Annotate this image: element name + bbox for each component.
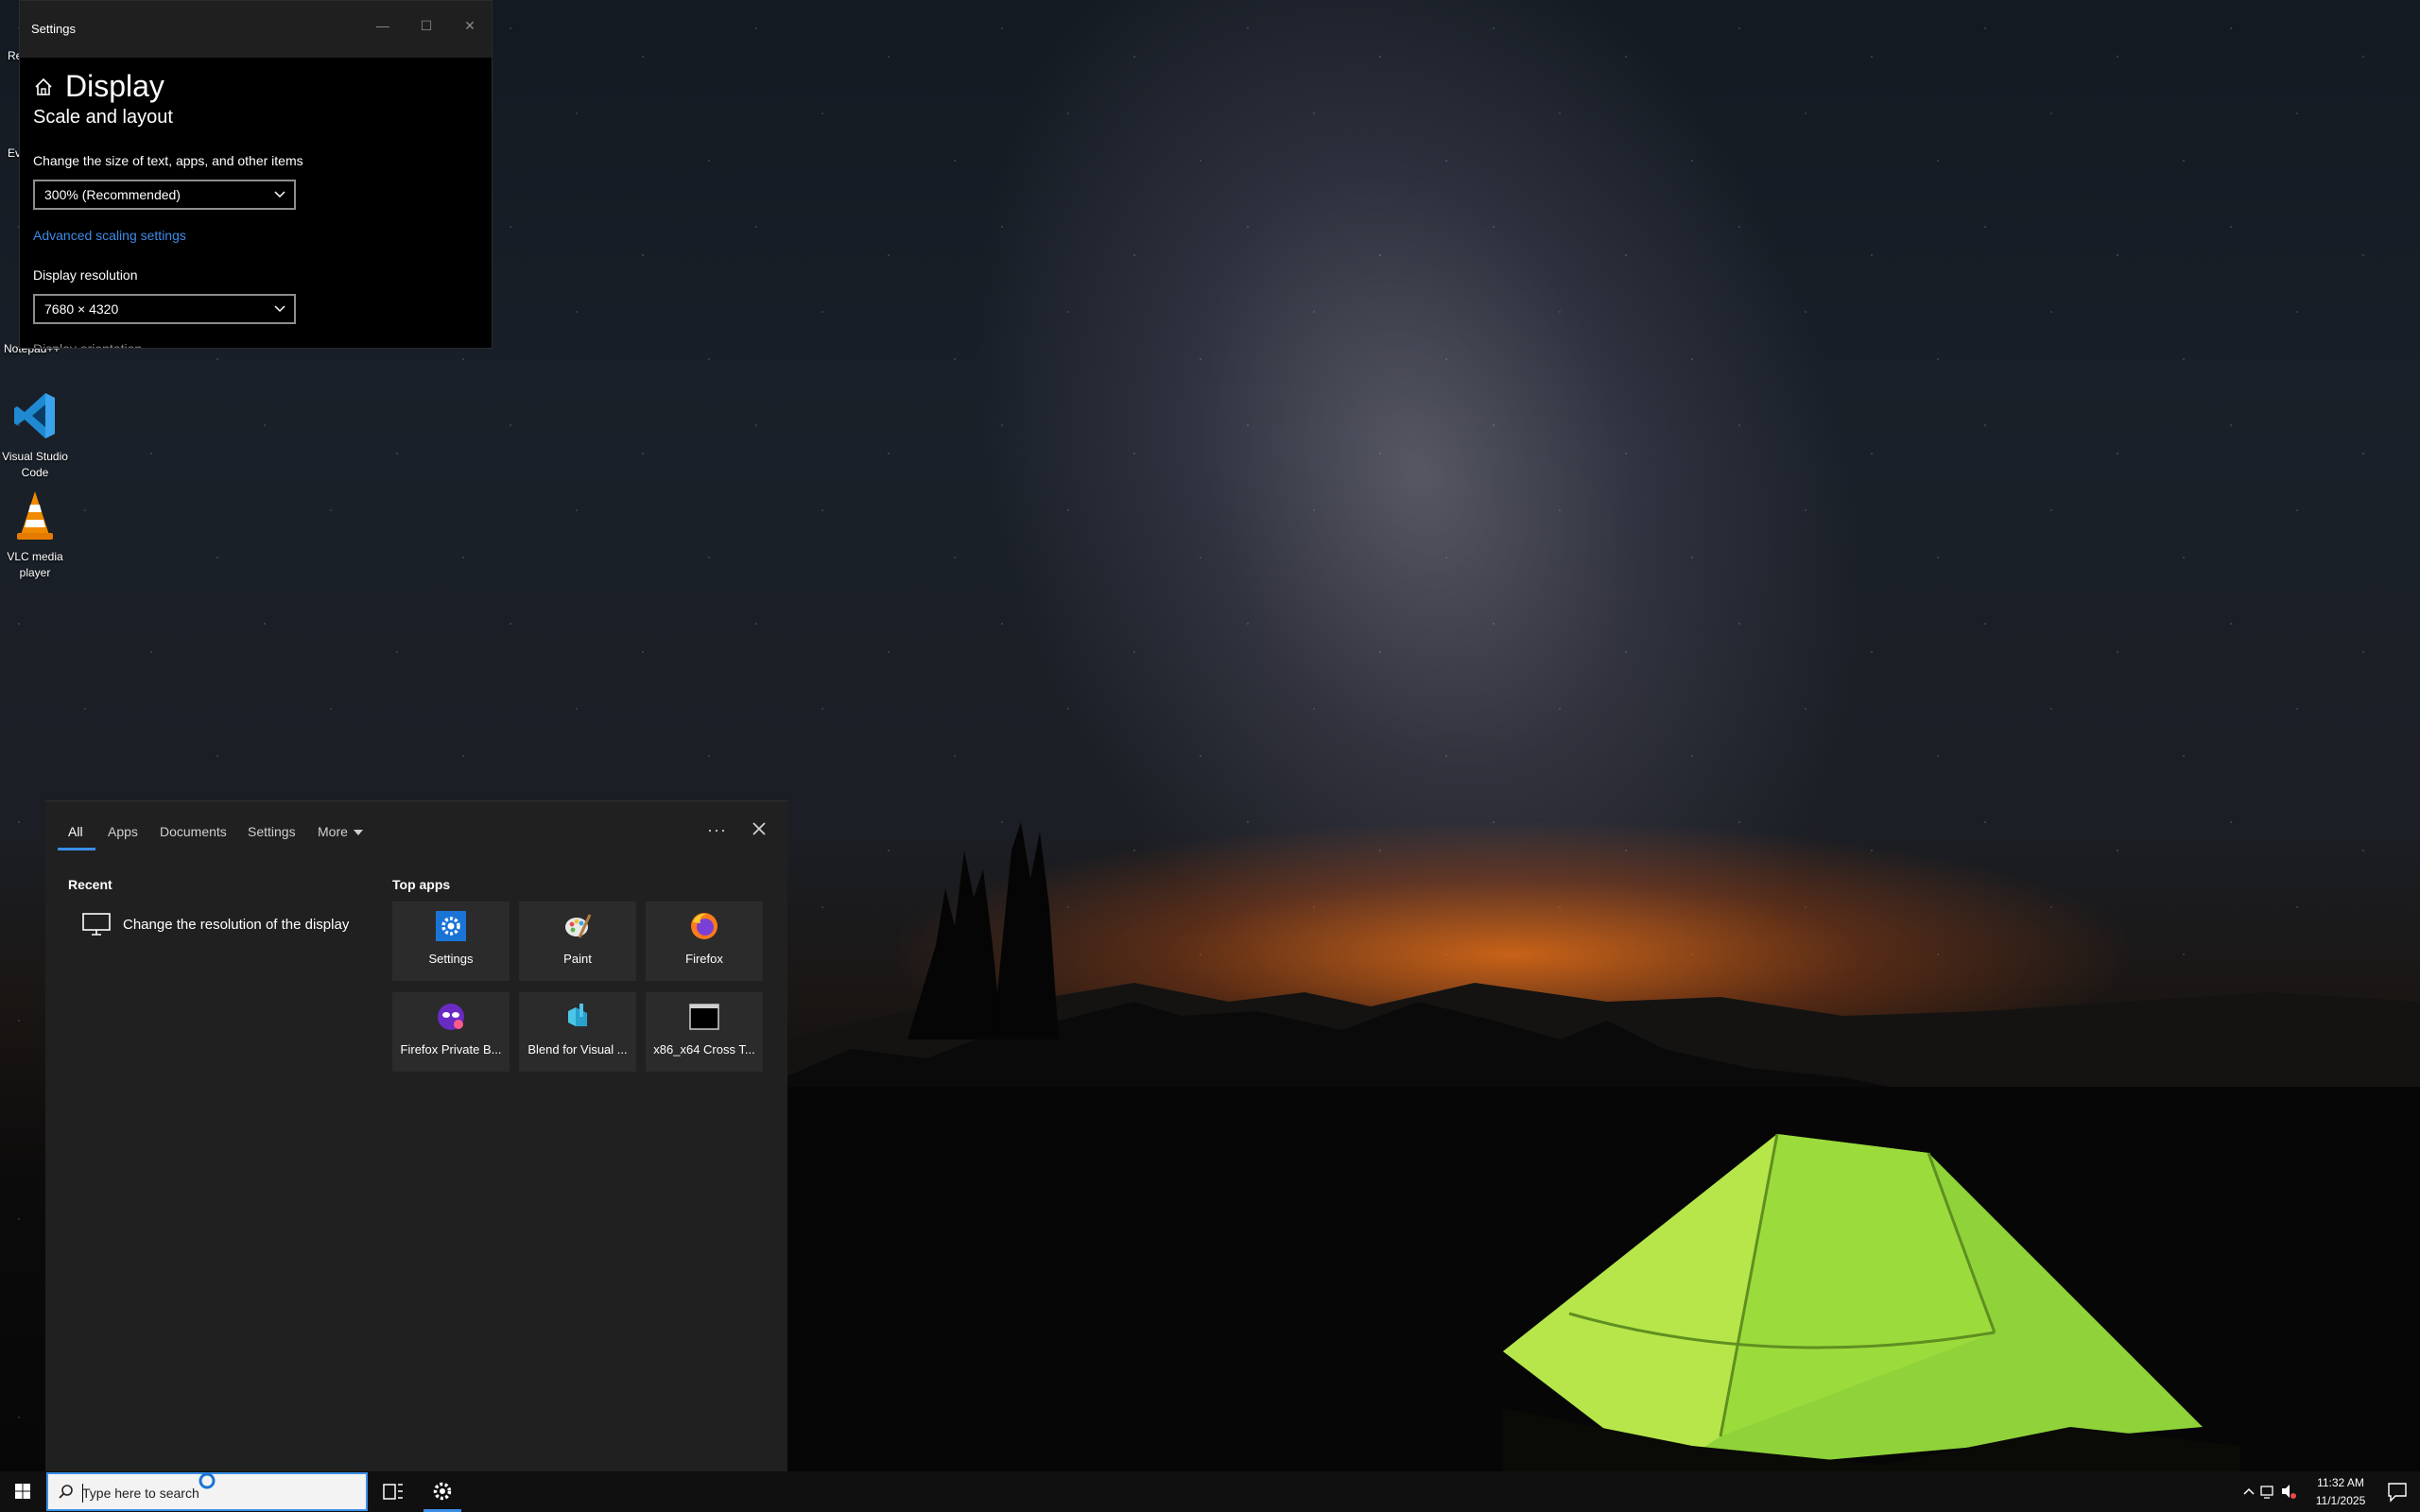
tab-more[interactable]: More <box>318 824 363 839</box>
recent-item[interactable]: Change the resolution of the display <box>81 910 349 938</box>
tile-label: Paint <box>563 952 592 966</box>
clock-time: 11:32 AM <box>2317 1476 2364 1489</box>
scale-label: Change the size of text, apps, and other… <box>33 153 303 168</box>
firefox-private-icon <box>438 1004 464 1030</box>
top-app-tile-blend[interactable]: Blend for Visual ... <box>519 992 636 1072</box>
tab-all[interactable]: All <box>68 824 83 839</box>
paint-icon <box>565 914 592 938</box>
scale-dropdown[interactable]: 300% (Recommended) <box>33 180 296 210</box>
search-placeholder: Type here to search <box>82 1486 199 1501</box>
terminal-icon <box>689 1004 719 1030</box>
tab-apps[interactable]: Apps <box>108 824 138 839</box>
minimize-button[interactable]: — <box>364 18 402 33</box>
orientation-label: Display orientation <box>33 341 143 349</box>
tent-illustration <box>1503 1133 2240 1484</box>
top-app-tile-firefox[interactable]: Firefox <box>646 902 763 981</box>
tile-label: Firefox Private B... <box>400 1042 502 1057</box>
resolution-value: 7680 × 4320 <box>44 301 119 317</box>
tab-settings[interactable]: Settings <box>248 824 296 839</box>
taskbar-clock[interactable]: 11:32 AM 11/1/2025 <box>2307 1474 2375 1510</box>
recent-heading: Recent <box>68 877 112 892</box>
active-tab-indicator <box>58 848 95 850</box>
close-icon[interactable] <box>747 816 771 841</box>
tile-label: Settings <box>428 952 474 966</box>
resolution-dropdown[interactable]: 7680 × 4320 <box>33 294 296 324</box>
more-options-button[interactable]: ··· <box>707 820 727 840</box>
window-title: Settings <box>31 22 76 36</box>
caret-down-icon <box>353 830 363 836</box>
notifications-icon[interactable] <box>2375 1471 2420 1512</box>
top-app-tile-firefox-private[interactable]: Firefox Private B... <box>392 992 510 1072</box>
desktop-icon-label: VLC media player <box>7 550 63 579</box>
home-icon[interactable] <box>33 77 54 97</box>
vscode-icon <box>14 393 55 438</box>
tab-documents[interactable]: Documents <box>160 824 227 839</box>
advanced-scaling-link[interactable]: Advanced scaling settings <box>33 228 186 243</box>
firefox-icon <box>691 913 717 939</box>
close-button[interactable]: ✕ <box>451 18 489 34</box>
page-title: Display <box>65 69 164 103</box>
scale-value: 300% (Recommended) <box>44 187 181 202</box>
busy-cursor-icon <box>199 1472 216 1489</box>
taskbar-search-box[interactable]: Type here to search <box>46 1472 368 1511</box>
desktop-icon-vscode[interactable]: Visual Studio Code <box>0 389 70 481</box>
blend-icon <box>568 1004 587 1026</box>
recent-item-label: Change the resolution of the display <box>123 916 350 933</box>
taskbar: Type here to search 11:32 AM 11/1/2025 <box>0 1471 2420 1512</box>
settings-gear-icon <box>436 911 466 941</box>
windows-start-icon[interactable] <box>0 1471 45 1512</box>
tile-label: Blend for Visual ... <box>527 1042 628 1057</box>
top-app-tile-settings[interactable]: Settings <box>392 902 510 981</box>
top-app-tile-x86-cross-tools[interactable]: x86_x64 Cross T... <box>646 992 763 1072</box>
tile-label: x86_x64 Cross T... <box>653 1042 755 1057</box>
resolution-label: Display resolution <box>33 267 138 283</box>
taskbar-settings-gear-icon[interactable] <box>420 1471 465 1512</box>
tab-more-label: More <box>318 824 348 839</box>
search-panel[interactable]: All Apps Documents Settings More ··· Rec… <box>45 800 787 1472</box>
clock-date: 11/1/2025 <box>2315 1494 2366 1507</box>
top-apps-heading: Top apps <box>392 877 451 892</box>
settings-window[interactable]: Settings — ☐ ✕ Display Scale and layout … <box>19 0 493 349</box>
desktop-icon-label: Visual Studio Code <box>2 450 68 479</box>
system-tray-icons[interactable] <box>2238 1471 2305 1512</box>
settings-titlebar[interactable]: Settings — ☐ ✕ <box>20 1 492 58</box>
vlc-cone-icon <box>17 491 53 540</box>
chevron-down-icon <box>274 305 285 313</box>
tile-label: Firefox <box>685 952 723 966</box>
maximize-button[interactable]: ☐ <box>407 18 445 34</box>
task-view-icon[interactable] <box>371 1471 416 1512</box>
search-icon <box>59 1485 73 1499</box>
chevron-down-icon <box>274 191 285 198</box>
section-title: Scale and layout <box>33 107 173 128</box>
top-app-tile-paint[interactable]: Paint <box>519 902 636 981</box>
monitor-icon <box>82 913 111 936</box>
desktop-icon-vlc[interactable]: VLC media player <box>0 490 70 581</box>
